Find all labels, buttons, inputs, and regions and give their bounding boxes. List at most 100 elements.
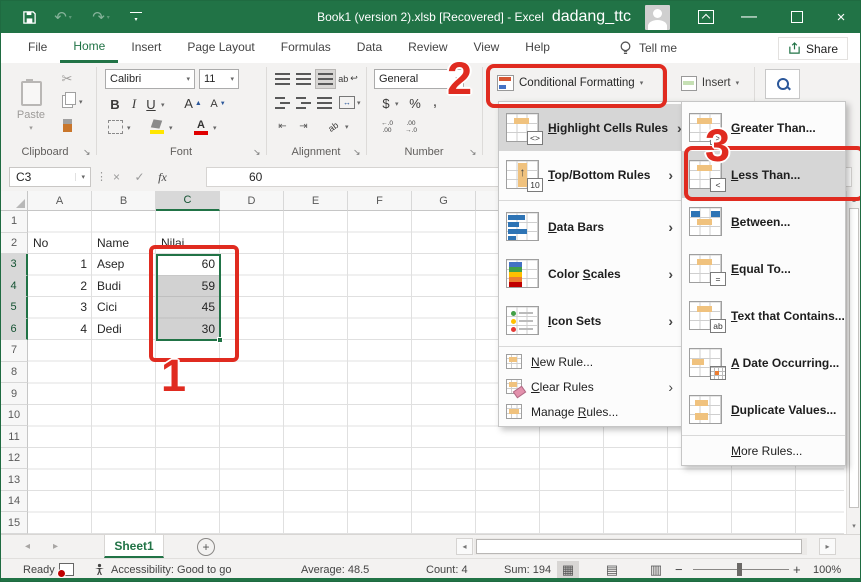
menu-item-clear-rules[interactable]: Clear Rules› xyxy=(499,374,681,399)
share-button[interactable]: Share xyxy=(778,37,848,60)
cell-C5[interactable]: 45 xyxy=(156,297,220,319)
accessibility-status[interactable]: Accessibility: Good to go xyxy=(93,559,231,580)
menu-item-a-date-occurring[interactable]: A Date Occurring... xyxy=(682,339,845,386)
vertical-scroll-thumb[interactable] xyxy=(849,208,859,508)
cell-A3[interactable]: 1 xyxy=(28,254,92,276)
row-header-8[interactable]: 8 xyxy=(1,362,28,384)
menu-item-greater-than[interactable]: >Greater Than... xyxy=(682,104,845,151)
row-header-3[interactable]: 3 xyxy=(1,254,28,276)
cell-A4[interactable]: 2 xyxy=(28,276,92,298)
underline-button[interactable]: U xyxy=(144,95,158,113)
decrease-font-size-button[interactable]: A▼ xyxy=(209,96,227,112)
clipboard-dialog-launcher-icon[interactable]: ↘ xyxy=(83,147,91,158)
cell-A2[interactable]: No xyxy=(28,233,92,255)
menu-item-icon-sets[interactable]: Icon Sets› xyxy=(499,297,681,344)
menu-item-manage-rules[interactable]: Manage Rules... xyxy=(499,399,681,424)
row-header-11[interactable]: 11 xyxy=(1,426,28,448)
row-header-7[interactable]: 7 xyxy=(1,340,28,362)
row-header-15[interactable]: 15 xyxy=(1,512,28,534)
comma-format-button[interactable]: , xyxy=(429,92,441,110)
align-right-icon[interactable] xyxy=(315,94,334,111)
cell-B2[interactable]: Name xyxy=(92,233,156,255)
insert-cells-button[interactable]: Insert ▾ xyxy=(671,71,749,95)
sheet-nav-right-icon[interactable]: ▸ xyxy=(53,535,58,558)
menu-item-more-rules[interactable]: More Rules... xyxy=(682,438,845,463)
row-header-4[interactable]: 4 xyxy=(1,276,28,298)
cancel-button[interactable]: × xyxy=(105,170,128,184)
hscroll-left-icon[interactable]: ◂ xyxy=(456,538,473,555)
row-header-12[interactable]: 12 xyxy=(1,448,28,470)
sheet-tab-sheet1[interactable]: Sheet1 xyxy=(104,535,164,558)
tab-review[interactable]: Review xyxy=(395,33,460,63)
italic-button[interactable]: I xyxy=(127,95,141,113)
cell-A6[interactable]: 4 xyxy=(28,319,92,341)
menu-item-new-rule[interactable]: New Rule... xyxy=(499,349,681,374)
menu-item-highlight-cells-rules[interactable]: <>Highlight Cells Rules› xyxy=(499,104,681,151)
tell-me[interactable]: Tell me xyxy=(619,33,677,63)
close-button[interactable]: × xyxy=(826,1,856,33)
cell-B4[interactable]: Budi xyxy=(92,276,156,298)
col-header-E[interactable]: E xyxy=(284,191,348,211)
number-format-combo[interactable]: General▾ xyxy=(374,69,464,89)
col-header-B[interactable]: B xyxy=(92,191,156,211)
name-box[interactable]: C3▾ xyxy=(9,167,91,187)
view-normal-button[interactable]: ▦ xyxy=(557,561,579,579)
align-middle-icon[interactable] xyxy=(294,70,313,87)
row-header-2[interactable]: 2 xyxy=(1,233,28,255)
ribbon-display-options-icon[interactable] xyxy=(694,1,718,33)
merge-center-button[interactable]: ↔ xyxy=(339,94,355,111)
tab-formulas[interactable]: Formulas xyxy=(268,33,344,63)
currency-format-button[interactable]: $ xyxy=(379,94,393,112)
name-box-dropdown-icon[interactable]: ▾ xyxy=(75,173,90,181)
fill-color-button[interactable] xyxy=(149,119,165,135)
insert-function-button[interactable]: fx xyxy=(151,170,174,185)
tab-file[interactable]: File xyxy=(15,33,60,63)
scroll-down-icon[interactable]: ▾ xyxy=(848,518,860,533)
hscroll-right-icon[interactable]: ▸ xyxy=(819,538,836,555)
cell-C6[interactable]: 30 xyxy=(156,319,220,341)
tab-data[interactable]: Data xyxy=(344,33,395,63)
new-sheet-button[interactable]: + xyxy=(197,538,215,556)
view-page-break-button[interactable]: ▥ xyxy=(645,561,667,579)
horizontal-scroll-thumb[interactable] xyxy=(476,539,802,554)
tab-help[interactable]: Help xyxy=(512,33,563,63)
tab-home[interactable]: Home xyxy=(60,33,118,63)
row-header-5[interactable]: 5 xyxy=(1,297,28,319)
col-header-G[interactable]: G xyxy=(412,191,476,211)
menu-item-duplicate-values[interactable]: Duplicate Values... xyxy=(682,386,845,433)
row-header-13[interactable]: 13 xyxy=(1,469,28,491)
maximize-button[interactable] xyxy=(782,1,812,33)
sheet-nav-left-icon[interactable]: ◂ xyxy=(25,535,30,558)
cell-C4[interactable]: 59 xyxy=(156,276,220,298)
cell-C3[interactable]: 60 xyxy=(156,254,220,276)
zoom-in-button[interactable]: + xyxy=(793,559,801,580)
underline-dropdown-icon[interactable]: ▾ xyxy=(161,101,165,109)
align-center-icon[interactable] xyxy=(294,94,313,111)
select-all-corner[interactable] xyxy=(1,191,28,211)
alignment-dialog-launcher-icon[interactable]: ↘ xyxy=(353,147,361,158)
tab-insert[interactable]: Insert xyxy=(118,33,174,63)
row-header-6[interactable]: 6 xyxy=(1,319,28,341)
col-header-F[interactable]: F xyxy=(348,191,412,211)
enter-button[interactable]: ✓ xyxy=(128,170,151,184)
menu-item-equal-to[interactable]: =Equal To... xyxy=(682,245,845,292)
minimize-button[interactable]: — xyxy=(734,1,764,33)
bold-button[interactable]: B xyxy=(107,95,123,113)
cell-A5[interactable]: 3 xyxy=(28,297,92,319)
conditional-formatting-button[interactable]: Conditional Formatting ▾ xyxy=(491,67,657,98)
font-dialog-launcher-icon[interactable]: ↘ xyxy=(253,147,261,158)
col-header-D[interactable]: D xyxy=(220,191,284,211)
percent-format-button[interactable]: % xyxy=(407,94,423,112)
row-header-14[interactable]: 14 xyxy=(1,491,28,513)
increase-font-size-button[interactable]: A▲ xyxy=(183,94,203,112)
col-header-C[interactable]: C xyxy=(156,191,220,211)
font-color-button[interactable]: A xyxy=(193,118,209,136)
cell-B6[interactable]: Dedi xyxy=(92,319,156,341)
horizontal-scrollbar[interactable] xyxy=(474,538,807,555)
fill-handle[interactable] xyxy=(217,337,223,343)
scroll-up-icon[interactable]: ▴ xyxy=(848,192,860,207)
search-button[interactable] xyxy=(765,69,800,99)
signed-in-user[interactable]: dadang_ttc xyxy=(552,1,631,33)
vertical-scrollbar[interactable]: ▴ ▾ xyxy=(846,191,860,534)
cell-B3[interactable]: Asep xyxy=(92,254,156,276)
